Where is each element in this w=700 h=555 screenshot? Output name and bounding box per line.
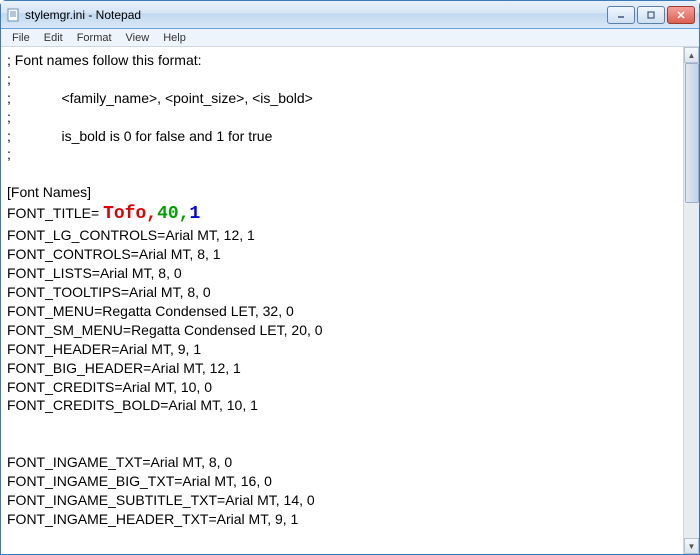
line: ; <box>7 71 11 87</box>
titlebar[interactable]: stylemgr.ini - Notepad <box>1 1 699 29</box>
line: FONT_HEADER=Arial MT, 9, 1 <box>7 341 201 357</box>
menu-view[interactable]: View <box>119 31 157 45</box>
line: [Font Names] <box>7 184 91 200</box>
window-controls <box>607 6 695 24</box>
line: FONT_INGAME_SUBTITLE_TXT=Arial MT, 14, 0 <box>7 492 315 508</box>
line: FONT_LG_CONTROLS=Arial MT, 12, 1 <box>7 227 255 243</box>
line: FONT_CONTROLS=Arial MT, 8, 1 <box>7 246 221 262</box>
line: ; is_bold is 0 for false and 1 for true <box>7 128 272 144</box>
line: FONT_BIG_HEADER=Arial MT, 12, 1 <box>7 360 241 376</box>
close-button[interactable] <box>667 6 695 24</box>
scroll-up-arrow[interactable]: ▲ <box>684 47 699 63</box>
scroll-thumb[interactable] <box>685 63 699 203</box>
vertical-scrollbar[interactable]: ▲ ▼ <box>683 47 699 554</box>
highlight-bold: 1 <box>190 204 201 224</box>
line: FONT_CREDITS=Arial MT, 10, 0 <box>7 379 212 395</box>
line: FONT_MENU=Regatta Condensed LET, 32, 0 <box>7 303 294 319</box>
menu-format[interactable]: Format <box>70 31 119 45</box>
menu-file[interactable]: File <box>5 31 37 45</box>
line: FONT_SM_MENU=Regatta Condensed LET, 20, … <box>7 322 323 338</box>
line: ; <family_name>, <point_size>, <is_bold> <box>7 90 313 106</box>
menu-help[interactable]: Help <box>156 31 193 45</box>
line: FONT_INGAME_HEADER_TXT=Arial MT, 9, 1 <box>7 511 298 527</box>
window-title: stylemgr.ini - Notepad <box>25 8 607 22</box>
line: FONT_TITLE= <box>7 205 103 221</box>
menubar: File Edit Format View Help <box>1 29 699 47</box>
maximize-button[interactable] <box>637 6 665 24</box>
line: ; Font names follow this format: <box>7 52 202 68</box>
text-editor-area[interactable]: ; Font names follow this format: ; ; <fa… <box>1 47 683 554</box>
line: FONT_INGAME_BIG_TXT=Arial MT, 16, 0 <box>7 473 272 489</box>
notepad-icon <box>5 7 21 23</box>
line: ; <box>7 146 11 162</box>
line: FONT_INGAME_TXT=Arial MT, 8, 0 <box>7 454 232 470</box>
highlight-size: 40, <box>157 204 189 224</box>
highlight-family: Tofo, <box>103 204 157 224</box>
line: ; <box>7 109 11 125</box>
scroll-down-arrow[interactable]: ▼ <box>684 538 699 554</box>
line: FONT_TOOLTIPS=Arial MT, 8, 0 <box>7 284 211 300</box>
line: FONT_LISTS=Arial MT, 8, 0 <box>7 265 182 281</box>
minimize-button[interactable] <box>607 6 635 24</box>
line: FONT_CREDITS_BOLD=Arial MT, 10, 1 <box>7 397 258 413</box>
menu-edit[interactable]: Edit <box>37 31 70 45</box>
